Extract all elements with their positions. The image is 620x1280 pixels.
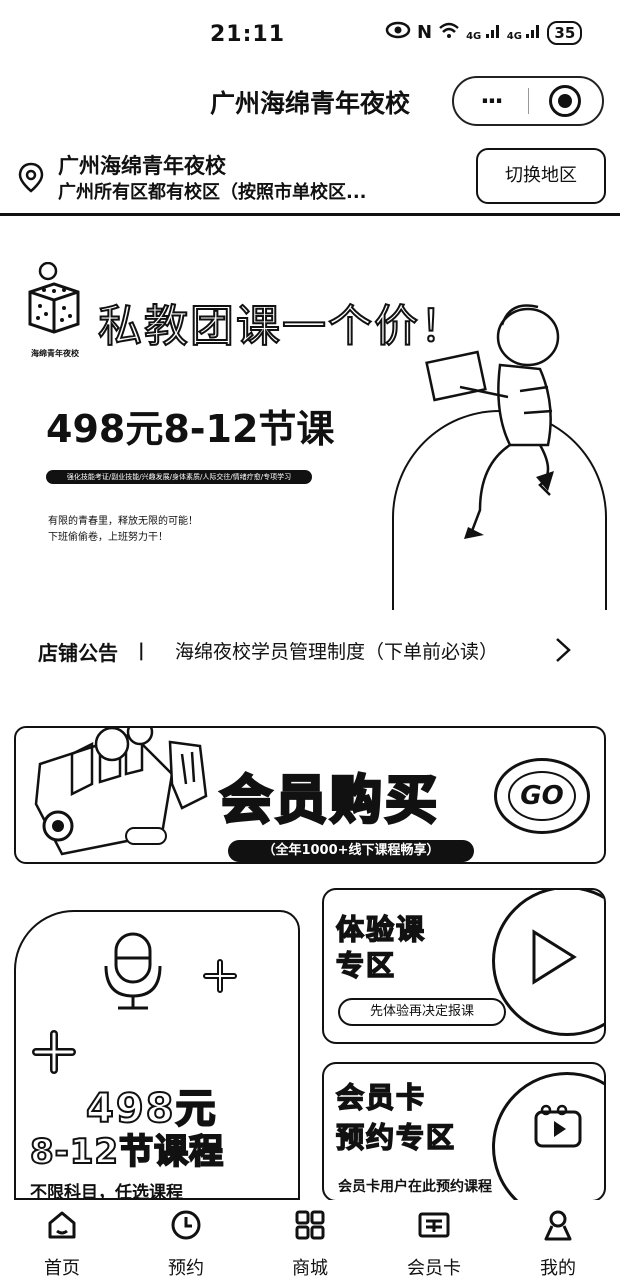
tab-label: 预约 [168, 1258, 204, 1279]
member-purchase-banner[interactable]: 会员购买 GO （全年1000+线下课程畅享） [14, 726, 606, 864]
banner-headline: 私教团课一个价！ [97, 300, 466, 353]
signal-icon: 4G [466, 23, 501, 42]
microphone-icon [104, 932, 162, 1010]
trial-pill: 先体验再决定报课 [338, 998, 506, 1026]
member-card-title: 预约专区 [335, 1120, 457, 1155]
more-icon[interactable]: ··· [454, 87, 528, 115]
package-note: 不限科目，任选课程 [30, 1183, 183, 1200]
member-card-title: 会员卡 [335, 1080, 427, 1115]
course-package-card[interactable]: 498元 8-12节课程 不限科目，任选课程 [14, 910, 300, 1200]
network-indicator: N [417, 22, 433, 43]
tab-profile[interactable]: 我的 [496, 1200, 620, 1280]
member-booking-card[interactable]: 会员卡 预约专区 会员卡用户在此预约课程 [322, 1062, 606, 1202]
tab-label: 首页 [44, 1258, 80, 1279]
bottom-tab-bar: 首页 预约 商城 会员卡 我的 [0, 1200, 620, 1280]
banner-price: 498元8-12节课 [46, 407, 335, 451]
eye-icon [385, 20, 411, 45]
notice-label: 店铺公告 [38, 641, 118, 665]
play-circle-icon [532, 929, 577, 985]
tab-label: 商城 [292, 1258, 328, 1279]
signal-icon: 4G [507, 23, 542, 42]
header: 广州海绵青年夜校 ··· [0, 70, 620, 130]
tab-member-card[interactable]: 会员卡 [372, 1200, 496, 1280]
notice-separator: | [138, 640, 145, 661]
clock-icon [169, 1208, 203, 1242]
close-target-icon[interactable] [529, 85, 602, 117]
home-icon [45, 1208, 79, 1242]
chevron-right-icon[interactable] [553, 635, 573, 669]
video-camera-icon [534, 1104, 582, 1148]
go-label: GO [508, 771, 576, 821]
notice-text[interactable]: 海绵夜校学员管理制度（下单前必读） [175, 637, 498, 664]
status-icons: N 4G 4G 35 [385, 20, 583, 45]
logo-text: 海绵青年夜校 [31, 349, 79, 358]
trial-title: 体验课 [335, 912, 427, 947]
status-bar: 21:11 N 4G 4G 35 [0, 0, 620, 70]
tab-mall[interactable]: 商城 [248, 1200, 372, 1280]
location-name: 广州海绵青年夜校 [58, 154, 226, 178]
location-pin-icon [18, 162, 44, 198]
person-laptop-illustration [425, 304, 560, 539]
mini-program-capsule: ··· [452, 76, 604, 126]
banner-category-pill: 强化技能考证/副业技能/兴趣发展/身体素质/人际交往/情绪疗愈/专项学习 [46, 470, 312, 484]
status-time: 21:11 [210, 22, 286, 47]
wifi-icon [438, 21, 460, 44]
grid-icon [293, 1208, 327, 1242]
package-courses: 8-12节课程 [29, 1131, 225, 1173]
card-icon [417, 1208, 451, 1242]
location-subtitle: 广州所有区都有校区（按照市单校区... [58, 182, 367, 203]
go-button[interactable]: GO [494, 758, 590, 834]
store-notice[interactable]: 店铺公告 | 海绵夜校学员管理制度（下单前必读） [0, 625, 620, 675]
member-purchase-title: 会员购买 [218, 770, 441, 833]
switch-region-button[interactable]: 切换地区 [476, 148, 606, 204]
tab-booking[interactable]: 预约 [124, 1200, 248, 1280]
plus-icon [32, 1030, 76, 1074]
location-bar: 广州海绵青年夜校 广州所有区都有校区（按照市单校区... 切换地区 [0, 140, 620, 216]
tab-label: 我的 [540, 1258, 576, 1279]
trial-class-card[interactable]: 体验课 专区 先体验再决定报课 [322, 888, 606, 1044]
tab-label: 会员卡 [407, 1258, 461, 1279]
trial-title: 专区 [335, 948, 397, 983]
school-logo: 海绵青年夜校 [24, 261, 86, 359]
banner-tagline: 有限的青春里，释放无限的可能！ [48, 516, 198, 527]
member-subtitle: （全年1000+线下课程畅享） [228, 840, 474, 862]
vlog-camera-illustration [34, 728, 208, 856]
tab-home[interactable]: 首页 [0, 1200, 124, 1280]
plus-icon [203, 959, 237, 993]
banner-tagline: 下班偷偷卷，上班努力干！ [48, 532, 168, 543]
member-card-note: 会员卡用户在此预约课程 [338, 1179, 492, 1195]
promo-banner[interactable]: 海绵青年夜校 私教团课一个价！ 498元8-12节课 强化技能考证/副业技能/兴… [0, 240, 620, 610]
battery-icon: 35 [547, 20, 583, 45]
user-icon [541, 1208, 575, 1242]
